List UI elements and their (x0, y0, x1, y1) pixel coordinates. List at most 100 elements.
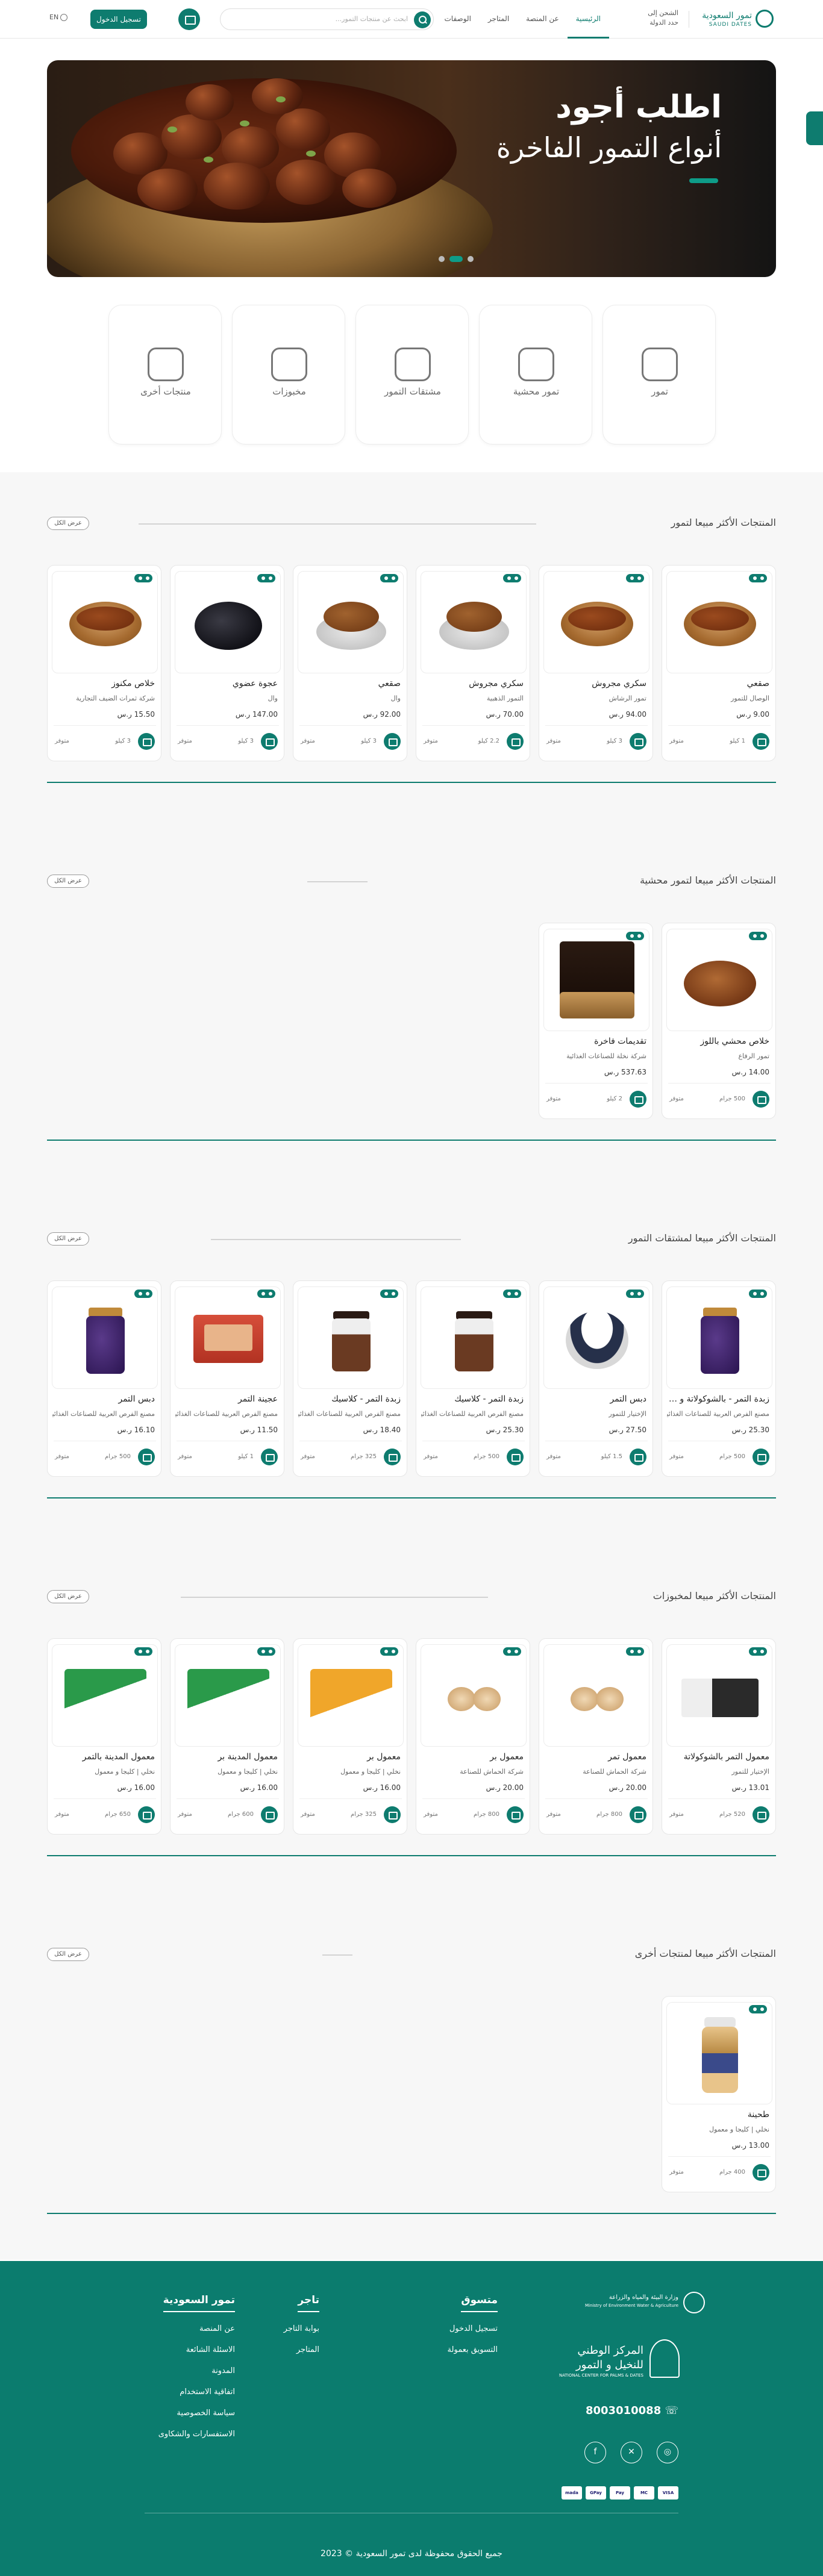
add-to-cart-icon[interactable] (261, 1806, 278, 1823)
product-name[interactable]: معمول بر (421, 1752, 524, 1762)
product-name[interactable]: عجينة التمر (175, 1394, 278, 1404)
product-name[interactable]: زبدة التمر - كلاسيك (298, 1394, 401, 1404)
hero-carousel-dots[interactable] (439, 256, 474, 262)
product-name[interactable]: دبس التمر (52, 1394, 155, 1404)
add-to-cart-icon[interactable] (138, 1806, 155, 1823)
compare-badge-icon[interactable] (134, 1290, 152, 1298)
view-all-button[interactable]: عرض الكل (47, 517, 89, 530)
product-card[interactable]: زبدة التمر - كلاسيك مصنع الفرص العربية ل… (293, 1280, 407, 1477)
compare-badge-icon[interactable] (749, 574, 767, 582)
nav-home[interactable]: الرئيسية (567, 0, 609, 39)
category-bakery[interactable]: مخبوزات (232, 305, 345, 444)
compare-badge-icon[interactable] (503, 574, 521, 582)
product-image[interactable] (298, 1286, 404, 1389)
category-stuffed-dates[interactable]: تمور محشية (479, 305, 592, 444)
product-name[interactable]: معمول بر (298, 1752, 401, 1762)
product-card[interactable]: معمول بر شركة الحماش للصناعة 20.00 ر.س 8… (416, 1638, 530, 1835)
search-box[interactable]: ابحث عن منتجات التمور... (220, 8, 434, 30)
login-button[interactable]: تسجيل الدخول (90, 10, 147, 29)
footer-link[interactable]: التسويق بعمولة (448, 2345, 498, 2354)
nav-stores[interactable]: المتاجر (480, 0, 518, 39)
add-to-cart-icon[interactable] (384, 1806, 401, 1823)
product-card[interactable]: صقعي الوصال للتمور 9.00 ر.س 1 كيلو متوفر (662, 565, 776, 761)
footer-link[interactable]: المتاجر (284, 2345, 319, 2354)
compare-badge-icon[interactable] (257, 1290, 275, 1298)
product-image[interactable] (298, 571, 404, 673)
product-card[interactable]: خلاص محشي باللوز تمور الرفاع 14.00 ر.س 5… (662, 923, 776, 1119)
product-card[interactable]: سكري مجروش تمور الرشاش 94.00 ر.س 3 كيلو … (539, 565, 653, 761)
compare-badge-icon[interactable] (749, 1647, 767, 1656)
add-to-cart-icon[interactable] (138, 1449, 155, 1465)
product-card[interactable]: دبس التمر مصنع الفرص العربية للصناعات ال… (47, 1280, 161, 1477)
compare-badge-icon[interactable] (749, 932, 767, 940)
cart-button[interactable] (178, 8, 200, 30)
product-name[interactable]: خلاص محشي باللوز (667, 1037, 769, 1046)
product-card[interactable]: معمول تمر شركة الحماش للصناعة 20.00 ر.س … (539, 1638, 653, 1835)
footer-link[interactable]: عن المنصة (158, 2324, 235, 2333)
footer-link[interactable]: المدونة (158, 2366, 235, 2375)
shipping-selector[interactable]: الشحن إلى حدد الدولة (648, 8, 678, 28)
product-card[interactable]: زبدة التمر - بالشوكولاتة و البندق مصنع ا… (662, 1280, 776, 1477)
add-to-cart-icon[interactable] (507, 1449, 524, 1465)
add-to-cart-icon[interactable] (753, 1091, 769, 1108)
compare-badge-icon[interactable] (134, 1647, 152, 1656)
add-to-cart-icon[interactable] (507, 1806, 524, 1823)
phone-number[interactable]: ☏ 8003010088 (586, 2404, 678, 2417)
footer-link[interactable]: تسجيل الدخول (448, 2324, 498, 2333)
product-image[interactable] (52, 1644, 158, 1747)
product-name[interactable]: خلاص مكنوز (52, 679, 155, 688)
search-input[interactable]: ابحث عن منتجات التمور... (336, 15, 408, 23)
product-card[interactable]: معمول المدينة بالتمر نخلي | كليجا و معمو… (47, 1638, 161, 1835)
add-to-cart-icon[interactable] (753, 733, 769, 750)
product-name[interactable]: معمول التمر بالشوكولاتة (667, 1752, 769, 1762)
product-name[interactable]: طحينة (667, 2110, 769, 2119)
product-name[interactable]: عجوة عضوي (175, 679, 278, 688)
facebook-icon[interactable]: f (584, 2442, 606, 2463)
add-to-cart-icon[interactable] (630, 1806, 646, 1823)
nav-about[interactable]: عن المنصة (518, 0, 568, 39)
product-image[interactable] (543, 1286, 649, 1389)
product-card[interactable]: سكري مجروش التمور الذهبية 70.00 ر.س 2.2 … (416, 565, 530, 761)
footer-link[interactable]: الاستفسارات والشكاوى (158, 2430, 235, 2439)
compare-badge-icon[interactable] (626, 932, 644, 940)
product-image[interactable] (421, 571, 527, 673)
product-card[interactable]: عجوة عضوي وال 147.00 ر.س 3 كيلو متوفر (170, 565, 284, 761)
view-all-button[interactable]: عرض الكل (47, 1590, 89, 1603)
product-card[interactable]: دبس التمر الإختيار للتمور 27.50 ر.س 1.5 … (539, 1280, 653, 1477)
product-name[interactable]: معمول المدينة بر (175, 1752, 278, 1762)
compare-badge-icon[interactable] (134, 574, 152, 582)
add-to-cart-icon[interactable] (384, 733, 401, 750)
product-name[interactable]: زبدة التمر - كلاسيك (421, 1394, 524, 1404)
add-to-cart-icon[interactable] (384, 1449, 401, 1465)
product-card[interactable]: خلاص مكنوز شركة ثمرات الضيف التجارية 15.… (47, 565, 161, 761)
compare-badge-icon[interactable] (749, 1290, 767, 1298)
product-name[interactable]: صقعي (298, 679, 401, 688)
product-image[interactable] (175, 571, 281, 673)
add-to-cart-icon[interactable] (507, 733, 524, 750)
add-to-cart-icon[interactable] (753, 2164, 769, 2181)
product-image[interactable] (543, 1644, 649, 1747)
product-card[interactable]: معمول بر نخلي | كليجا و معمول 16.00 ر.س … (293, 1638, 407, 1835)
product-card[interactable]: زبدة التمر - كلاسيك مصنع الفرص العربية ل… (416, 1280, 530, 1477)
product-card[interactable]: معمول التمر بالشوكولاتة الإختيار للتمور … (662, 1638, 776, 1835)
category-other[interactable]: منتجات أخرى (108, 305, 222, 444)
compare-badge-icon[interactable] (626, 1290, 644, 1298)
compare-badge-icon[interactable] (503, 1290, 521, 1298)
product-image[interactable] (52, 571, 158, 673)
compare-badge-icon[interactable] (380, 1647, 398, 1656)
footer-link[interactable]: بوابة التاجر (284, 2324, 319, 2333)
product-image[interactable] (543, 929, 649, 1031)
product-image[interactable] (421, 1286, 527, 1389)
footer-link[interactable]: الاسئلة الشائعة (158, 2345, 235, 2354)
compare-badge-icon[interactable] (380, 574, 398, 582)
product-card[interactable]: صقعي وال 92.00 ر.س 3 كيلو متوفر (293, 565, 407, 761)
product-name[interactable]: زبدة التمر - بالشوكولاتة و البندق (667, 1394, 769, 1404)
product-image[interactable] (666, 929, 772, 1031)
product-image[interactable] (52, 1286, 158, 1389)
add-to-cart-icon[interactable] (261, 733, 278, 750)
product-name[interactable]: سكري مجروش (421, 679, 524, 688)
product-card[interactable]: تقديمات فاخرة شركة نخلة للصناعات الغذائي… (539, 923, 653, 1119)
compare-badge-icon[interactable] (626, 574, 644, 582)
add-to-cart-icon[interactable] (138, 733, 155, 750)
side-floating-tab[interactable] (806, 111, 823, 145)
